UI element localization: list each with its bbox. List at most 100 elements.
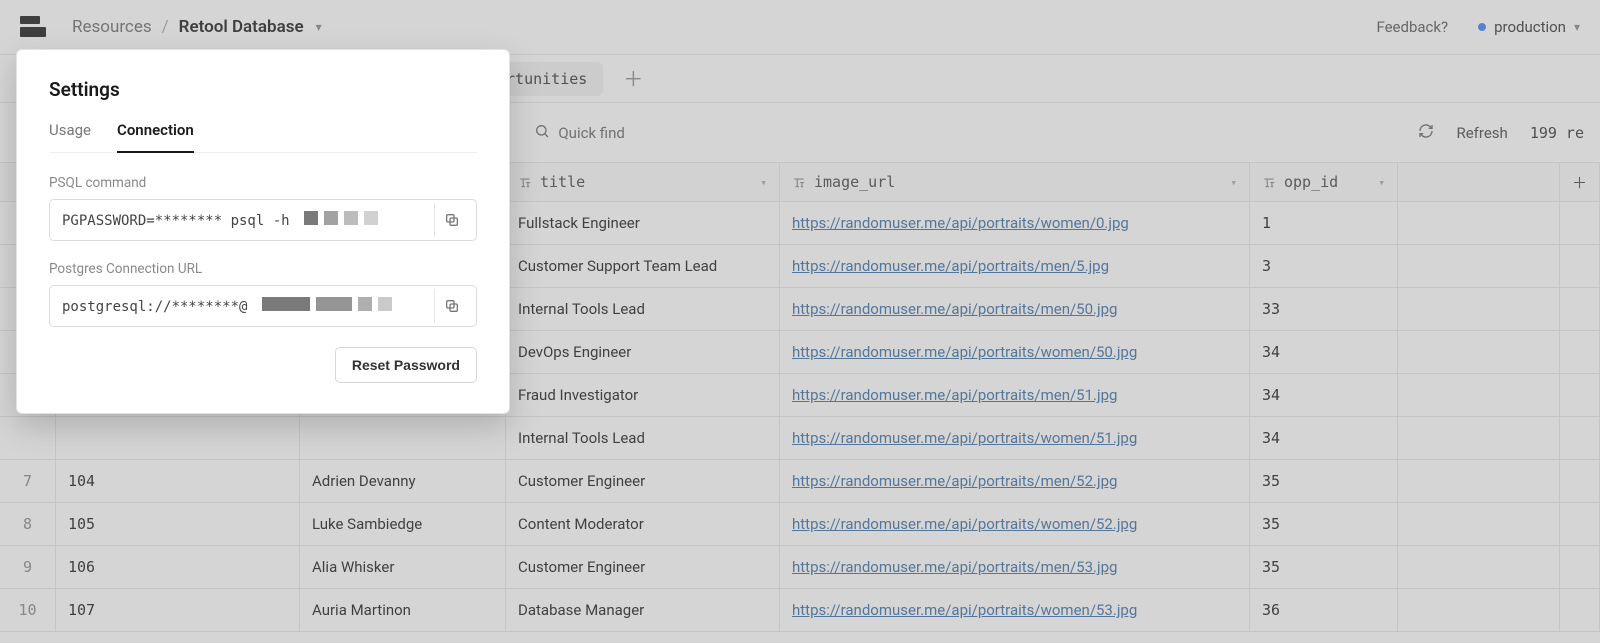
image-url-link[interactable]: https://randomuser.me/api/portraits/wome…: [792, 214, 1129, 232]
cell-spacer: [1398, 202, 1560, 245]
tab-connection[interactable]: Connection: [117, 121, 194, 153]
tab-usage[interactable]: Usage: [49, 121, 91, 152]
psql-command-field[interactable]: PGPASSWORD=******** psql -h: [49, 199, 477, 241]
image-url-link[interactable]: https://randomuser.me/api/portraits/men/…: [792, 386, 1117, 404]
cell-opp-id[interactable]: 33: [1250, 288, 1398, 331]
cell-image-url[interactable]: https://randomuser.me/api/portraits/wome…: [780, 417, 1250, 460]
image-url-link[interactable]: https://randomuser.me/api/portraits/wome…: [792, 515, 1137, 533]
column-header-opp-id[interactable]: opp_id ▾: [1250, 163, 1398, 202]
environment-label: production: [1494, 18, 1566, 36]
row-number: 7: [0, 460, 56, 503]
add-column-button[interactable]: ＋: [1560, 163, 1600, 202]
cell-name[interactable]: Adrien Devanny: [300, 460, 506, 503]
cell-opp-id[interactable]: 34: [1250, 331, 1398, 374]
text-type-icon: [1262, 175, 1276, 189]
refresh-icon[interactable]: [1418, 123, 1434, 143]
column-header-image-url[interactable]: image_url ▾: [780, 163, 1250, 202]
cell-id[interactable]: 106: [56, 546, 300, 589]
image-url-link[interactable]: https://randomuser.me/api/portraits/men/…: [792, 472, 1117, 490]
cell-id[interactable]: [56, 417, 300, 460]
column-header-title[interactable]: title ▾: [506, 163, 780, 202]
modal-tabs: Usage Connection: [49, 121, 477, 153]
connection-url-value: postgresql://********@: [62, 297, 428, 315]
cell-opp-id[interactable]: 36: [1250, 589, 1398, 632]
cell-image-url[interactable]: https://randomuser.me/api/portraits/men/…: [780, 245, 1250, 288]
copy-button[interactable]: [434, 203, 468, 237]
breadcrumb-root[interactable]: Resources: [72, 17, 152, 37]
cell-spacer: [1398, 589, 1560, 632]
cell-image-url[interactable]: https://randomuser.me/api/portraits/men/…: [780, 460, 1250, 503]
image-url-link[interactable]: https://randomuser.me/api/portraits/wome…: [792, 429, 1137, 447]
cell-title[interactable]: Internal Tools Lead: [506, 288, 780, 331]
cell-image-url[interactable]: https://randomuser.me/api/portraits/wome…: [780, 589, 1250, 632]
chevron-down-icon[interactable]: ▾: [316, 20, 322, 34]
cell-opp-id[interactable]: 1: [1250, 202, 1398, 245]
record-count: 199 re: [1530, 124, 1584, 142]
cell-title[interactable]: Customer Engineer: [506, 546, 780, 589]
redacted-text: [262, 297, 392, 311]
quick-find-input[interactable]: Quick find: [558, 124, 624, 142]
feedback-link[interactable]: Feedback?: [1376, 18, 1448, 36]
cell-spacer: [1398, 546, 1560, 589]
cell-opp-id[interactable]: 35: [1250, 546, 1398, 589]
cell-id[interactable]: 104: [56, 460, 300, 503]
cell-opp-id[interactable]: 3: [1250, 245, 1398, 288]
chevron-down-icon: ▾: [1574, 20, 1580, 34]
copy-icon: [444, 212, 460, 228]
cell-name[interactable]: [300, 417, 506, 460]
cell-name[interactable]: Auria Martinon: [300, 589, 506, 632]
breadcrumb-separator: /: [162, 17, 169, 37]
cell-image-url[interactable]: https://randomuser.me/api/portraits/men/…: [780, 288, 1250, 331]
image-url-link[interactable]: https://randomuser.me/api/portraits/men/…: [792, 257, 1109, 275]
modal-title: Settings: [49, 78, 477, 101]
cell-opp-id[interactable]: 34: [1250, 417, 1398, 460]
chevron-down-icon[interactable]: ▾: [1378, 176, 1385, 189]
cell-name[interactable]: Alia Whisker: [300, 546, 506, 589]
cell-title[interactable]: Database Manager: [506, 589, 780, 632]
chevron-down-icon[interactable]: ▾: [1230, 176, 1237, 189]
column-label: image_url: [814, 173, 895, 191]
psql-command-value: PGPASSWORD=******** psql -h: [62, 211, 428, 229]
cell-title[interactable]: DevOps Engineer: [506, 331, 780, 374]
reset-password-button[interactable]: Reset Password: [335, 347, 477, 383]
cell-end: [1560, 331, 1600, 374]
cell-image-url[interactable]: https://randomuser.me/api/portraits/men/…: [780, 374, 1250, 417]
cell-end: [1560, 288, 1600, 331]
image-url-link[interactable]: https://randomuser.me/api/portraits/wome…: [792, 601, 1137, 619]
image-url-link[interactable]: https://randomuser.me/api/portraits/men/…: [792, 300, 1117, 318]
search-icon[interactable]: [534, 123, 550, 143]
cell-id[interactable]: 107: [56, 589, 300, 632]
environment-selector[interactable]: production ▾: [1478, 18, 1580, 36]
cell-id[interactable]: 105: [56, 503, 300, 546]
cell-title[interactable]: Customer Engineer: [506, 460, 780, 503]
cell-end: [1560, 374, 1600, 417]
row-number: 10: [0, 589, 56, 632]
cell-opp-id[interactable]: 35: [1250, 503, 1398, 546]
chevron-down-icon[interactable]: ▾: [760, 176, 767, 189]
top-bar: Resources / Retool Database ▾ Feedback? …: [0, 0, 1600, 55]
add-tab-button[interactable]: ＋: [623, 69, 643, 89]
cell-opp-id[interactable]: 35: [1250, 460, 1398, 503]
cell-image-url[interactable]: https://randomuser.me/api/portraits/wome…: [780, 503, 1250, 546]
image-url-link[interactable]: https://randomuser.me/api/portraits/men/…: [792, 558, 1117, 576]
retool-logo[interactable]: [20, 16, 46, 38]
cell-title[interactable]: Internal Tools Lead: [506, 417, 780, 460]
cell-spacer: [1398, 417, 1560, 460]
cell-end: [1560, 460, 1600, 503]
cell-name[interactable]: Luke Sambiedge: [300, 503, 506, 546]
cell-title[interactable]: Fullstack Engineer: [506, 202, 780, 245]
cell-title[interactable]: Customer Support Team Lead: [506, 245, 780, 288]
copy-button[interactable]: [434, 289, 468, 323]
cell-spacer: [1398, 245, 1560, 288]
cell-title[interactable]: Content Moderator: [506, 503, 780, 546]
cell-image-url[interactable]: https://randomuser.me/api/portraits/wome…: [780, 202, 1250, 245]
cell-end: [1560, 589, 1600, 632]
cell-title[interactable]: Fraud Investigator: [506, 374, 780, 417]
cell-opp-id[interactable]: 34: [1250, 374, 1398, 417]
breadcrumb-leaf[interactable]: Retool Database: [179, 17, 304, 37]
refresh-button[interactable]: Refresh: [1456, 124, 1507, 142]
cell-image-url[interactable]: https://randomuser.me/api/portraits/men/…: [780, 546, 1250, 589]
image-url-link[interactable]: https://randomuser.me/api/portraits/wome…: [792, 343, 1137, 361]
connection-url-field[interactable]: postgresql://********@: [49, 285, 477, 327]
cell-image-url[interactable]: https://randomuser.me/api/portraits/wome…: [780, 331, 1250, 374]
